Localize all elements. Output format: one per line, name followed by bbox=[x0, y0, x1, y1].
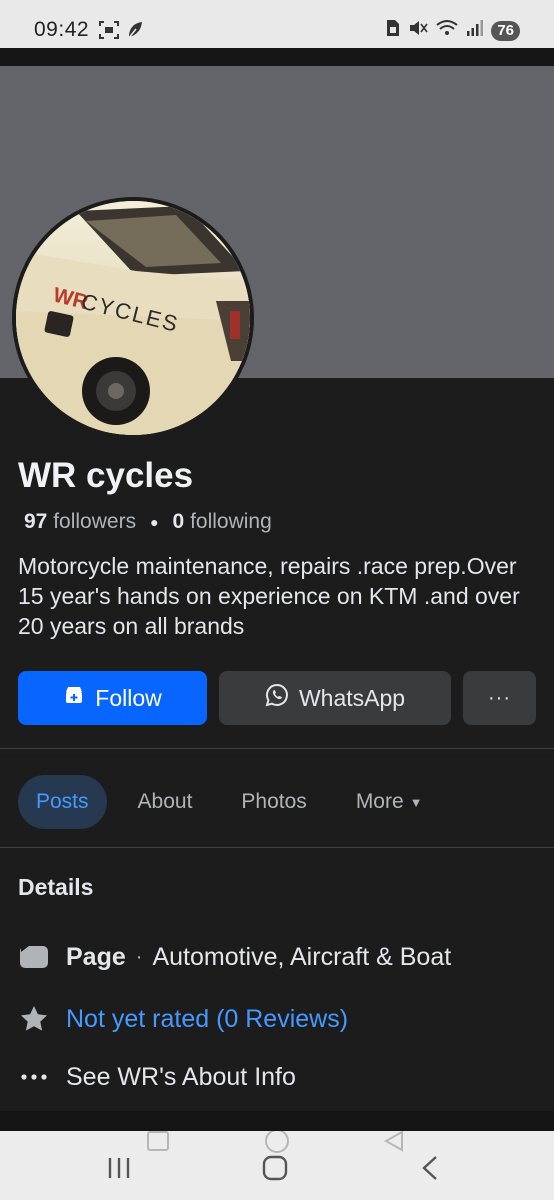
header-strip bbox=[0, 48, 554, 66]
follow-icon bbox=[63, 684, 85, 712]
tab-about[interactable]: About bbox=[120, 775, 211, 829]
sim-icon bbox=[385, 19, 401, 42]
profile-name: WR cycles bbox=[18, 456, 194, 495]
followers-link[interactable]: 97 followers bbox=[24, 510, 136, 534]
status-bar: 09:42 76 bbox=[0, 0, 554, 48]
follow-label: Follow bbox=[95, 684, 162, 711]
recent-apps-icon[interactable] bbox=[104, 1155, 134, 1181]
section-divider-shadow bbox=[0, 755, 554, 756]
tab-photos-label: Photos bbox=[241, 790, 307, 813]
section-divider bbox=[0, 748, 554, 749]
followers-count: 97 bbox=[24, 510, 48, 533]
follow-stats: 97 followers ● 0 following bbox=[24, 510, 272, 534]
following-label: following bbox=[190, 510, 272, 533]
wifi-icon bbox=[435, 19, 459, 42]
detail-page-category: Page · Automotive, Aircraft & Boat bbox=[18, 941, 451, 973]
details-title: Details bbox=[18, 874, 94, 900]
status-time: 09:42 bbox=[34, 18, 90, 41]
followers-label: followers bbox=[53, 510, 137, 533]
tabs-divider bbox=[0, 847, 554, 848]
about-info-link[interactable]: See WR's About Info bbox=[66, 1063, 296, 1092]
tab-more-label: More bbox=[355, 790, 404, 813]
more-dots-icon bbox=[18, 1061, 50, 1093]
whatsapp-button[interactable]: WhatsApp bbox=[219, 671, 451, 725]
tab-about-label: About bbox=[137, 790, 193, 813]
battery-indicator: 76 bbox=[491, 20, 520, 41]
tab-more[interactable]: More ▼ bbox=[338, 775, 441, 829]
caret-down-icon: ▼ bbox=[409, 794, 423, 810]
star-icon bbox=[18, 1003, 50, 1035]
rating-link[interactable]: Not yet rated (0 Reviews) bbox=[66, 1005, 348, 1034]
status-icons-left bbox=[98, 20, 144, 45]
avatar-image: WR CYCLES bbox=[16, 201, 250, 435]
tab-posts-label: Posts bbox=[36, 790, 89, 813]
mute-icon bbox=[408, 19, 428, 42]
page-type-label: Page bbox=[66, 942, 126, 971]
content-footer-strip bbox=[0, 1111, 554, 1131]
home-icon[interactable] bbox=[260, 1155, 294, 1181]
profile-bio: Motorcycle maintenance, repairs .race pr… bbox=[18, 553, 520, 639]
status-icons-right: 76 bbox=[385, 19, 520, 42]
following-count: 0 bbox=[172, 510, 185, 533]
stats-separator: ● bbox=[150, 514, 159, 530]
detail-about-info[interactable]: See WR's About Info bbox=[18, 1061, 296, 1093]
whatsapp-label: WhatsApp bbox=[298, 684, 406, 711]
detail-rating[interactable]: Not yet rated (0 Reviews) bbox=[18, 1003, 348, 1035]
category-separator: · bbox=[135, 945, 143, 968]
more-options-button[interactable]: ··· bbox=[463, 671, 536, 725]
follow-button[interactable]: Follow bbox=[18, 671, 207, 725]
page-icon bbox=[18, 941, 50, 973]
following-link[interactable]: 0 following bbox=[173, 510, 272, 534]
back-icon[interactable] bbox=[416, 1155, 446, 1181]
page-category: Automotive, Aircraft & Boat bbox=[152, 942, 452, 971]
tab-posts[interactable]: Posts bbox=[18, 775, 107, 829]
system-nav-bar bbox=[0, 1131, 554, 1200]
leaf-icon bbox=[126, 20, 144, 45]
signal-icon bbox=[466, 19, 484, 42]
tab-photos[interactable]: Photos bbox=[223, 775, 324, 829]
whatsapp-icon bbox=[265, 683, 289, 713]
more-dots-icon: ··· bbox=[488, 686, 511, 709]
profile-tabs: Posts About Photos More ▼ bbox=[18, 775, 454, 829]
profile-avatar[interactable]: WR CYCLES bbox=[12, 197, 254, 439]
screen-record-icon bbox=[98, 20, 120, 45]
